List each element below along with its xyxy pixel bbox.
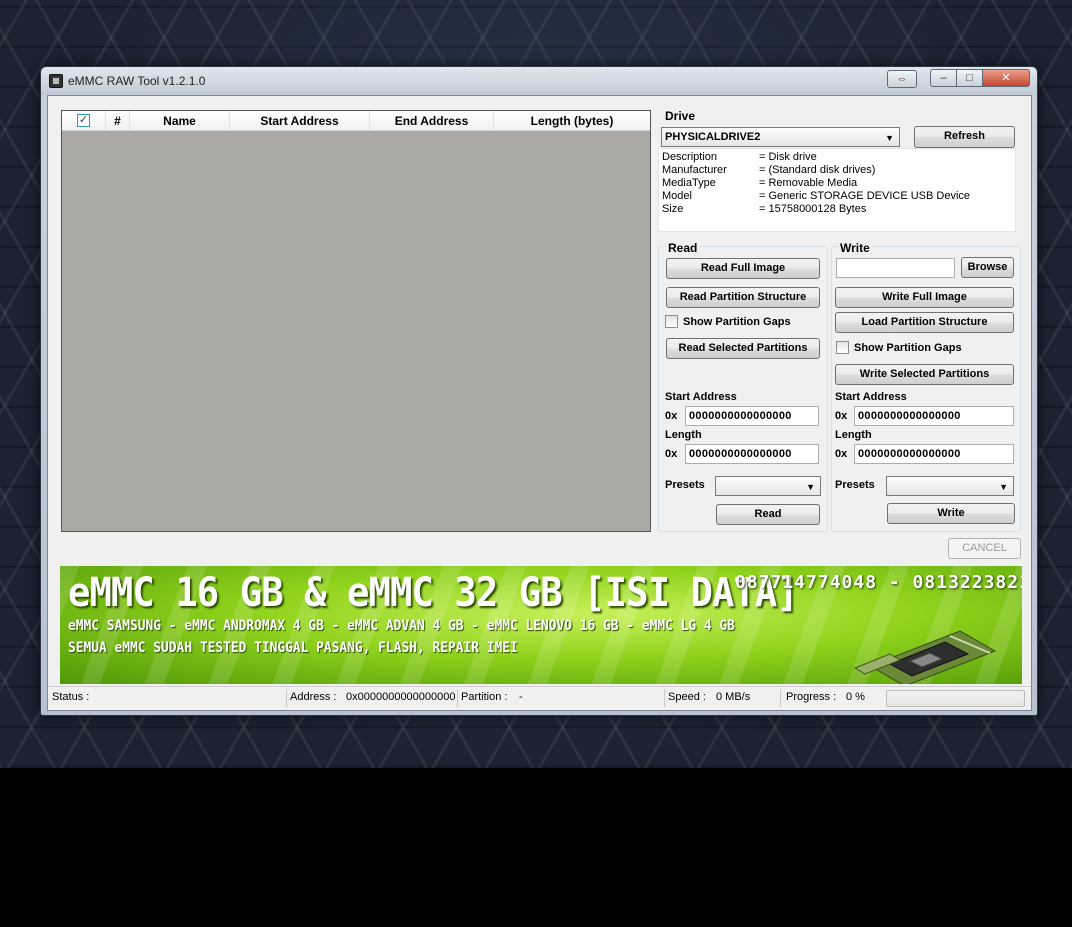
write-start-address-label: Start Address: [835, 391, 907, 403]
list-header: ✓ # Name Start Address End Address Lengt…: [62, 111, 650, 131]
column-name[interactable]: Name: [130, 111, 230, 131]
banner-line-2: SEMUA eMMC SUDAH TESTED TINGGAL PASANG, …: [68, 640, 518, 656]
write-label: Write: [838, 241, 872, 255]
read-start-address-label: Start Address: [665, 391, 737, 403]
close-button[interactable]: ✕: [982, 69, 1030, 87]
progress-bar: [886, 690, 1025, 707]
info-key: Model: [662, 190, 692, 202]
status-divider: [457, 689, 458, 707]
status-label: Status :: [52, 691, 90, 703]
app-icon: [49, 74, 63, 88]
partition-list[interactable]: ✓ # Name Start Address End Address Lengt…: [61, 110, 651, 532]
drive-select[interactable]: PHYSICALDRIVE2 ▼: [661, 127, 900, 147]
info-value: = Removable Media: [759, 177, 858, 189]
read-presets-select[interactable]: ▼: [715, 476, 821, 496]
drive-label: Drive: [665, 109, 696, 123]
write-file-path-input[interactable]: [836, 258, 955, 278]
info-value: = Disk drive: [759, 151, 817, 163]
write-presets-select[interactable]: ▼: [886, 476, 1014, 496]
app-window: eMMC RAW Tool v1.2.1.0 ⇔ – □ ✕ ✓ # Name …: [40, 66, 1038, 716]
status-bar: Status : Address : 0x0000000000000000 Pa…: [48, 686, 1031, 710]
write-length-input[interactable]: 0000000000000000: [854, 444, 1014, 464]
banner-line-1: eMMC SAMSUNG - eMMC ANDROMAX 4 GB - eMMC…: [68, 618, 735, 634]
checkbox-label: Show Partition Gaps: [854, 342, 962, 354]
cancel-button[interactable]: CANCEL: [948, 538, 1021, 559]
column-length[interactable]: Length (bytes): [494, 111, 650, 131]
address-label: Address :: [290, 691, 337, 703]
info-value: = Generic STORAGE DEVICE USB Device: [759, 190, 971, 202]
chevron-down-icon: ▼: [999, 482, 1008, 492]
write-start-prefix: 0x: [835, 410, 848, 422]
read-button[interactable]: Read: [716, 504, 820, 525]
maximize-button[interactable]: □: [956, 69, 983, 87]
chevron-down-icon: ▼: [885, 133, 894, 143]
column-start-address[interactable]: Start Address: [230, 111, 370, 131]
info-key: Description: [662, 151, 718, 163]
window-title: eMMC RAW Tool v1.2.1.0: [68, 74, 206, 88]
column-end-address[interactable]: End Address: [370, 111, 494, 131]
read-start-address-input[interactable]: 0000000000000000: [685, 406, 819, 426]
partition-label: Partition :: [461, 691, 508, 703]
client-area: ✓ # Name Start Address End Address Lengt…: [47, 95, 1032, 711]
title-bar[interactable]: eMMC RAW Tool v1.2.1.0 ⇔ – □ ✕: [41, 67, 1037, 95]
minimize-button[interactable]: –: [930, 69, 957, 87]
read-length-label: Length: [665, 429, 702, 441]
progress-value: 0 %: [846, 691, 865, 703]
select-all-column[interactable]: ✓: [62, 111, 106, 131]
write-length-label: Length: [835, 429, 872, 441]
column-index[interactable]: #: [106, 111, 130, 131]
write-full-image-button[interactable]: Write Full Image: [835, 287, 1014, 308]
emmc-board-image: [853, 630, 997, 684]
speed-value: 0 MB/s: [716, 691, 751, 703]
status-divider: [780, 689, 781, 707]
read-start-prefix: 0x: [665, 410, 678, 422]
info-key: Size: [662, 203, 684, 215]
read-presets-label: Presets: [665, 479, 705, 491]
info-key: MediaType: [662, 177, 716, 189]
write-length-prefix: 0x: [835, 448, 848, 460]
status-divider: [286, 689, 287, 707]
read-show-gaps-checkbox[interactable]: Show Partition Gaps: [665, 314, 791, 328]
read-selected-partitions-button[interactable]: Read Selected Partitions: [666, 338, 820, 359]
read-length-prefix: 0x: [665, 448, 678, 460]
drive-info: Description = Disk drive Manufacturer = …: [658, 148, 1016, 232]
read-label: Read: [666, 241, 700, 255]
checkbox-box[interactable]: [665, 314, 678, 328]
partition-value: -: [519, 691, 523, 703]
black-margin: [0, 768, 1072, 927]
write-selected-partitions-button[interactable]: Write Selected Partitions: [835, 364, 1014, 385]
address-value: 0x0000000000000000: [346, 691, 456, 703]
checkbox-label: Show Partition Gaps: [683, 316, 791, 328]
status-divider: [664, 689, 665, 707]
speed-label: Speed :: [668, 691, 706, 703]
banner-title: eMMC 16 GB & eMMC 32 GB [ISI DATA]: [68, 570, 799, 616]
browse-button[interactable]: Browse: [961, 257, 1014, 278]
progress-label: Progress :: [786, 691, 837, 703]
info-value: = 15758000128 Bytes: [759, 203, 867, 215]
write-start-address-input[interactable]: 0000000000000000: [854, 406, 1014, 426]
read-partition-structure-button[interactable]: Read Partition Structure: [666, 287, 820, 308]
info-key: Manufacturer: [662, 164, 727, 176]
refresh-button[interactable]: Refresh: [914, 126, 1015, 148]
load-partition-structure-button[interactable]: Load Partition Structure: [835, 312, 1014, 333]
chevron-down-icon: ▼: [806, 482, 815, 492]
select-all-checkbox[interactable]: ✓: [77, 114, 90, 128]
ad-banner[interactable]: eMMC 16 GB & eMMC 32 GB [ISI DATA] 08771…: [60, 566, 1022, 684]
write-button[interactable]: Write: [887, 503, 1015, 524]
read-full-image-button[interactable]: Read Full Image: [666, 258, 820, 279]
write-presets-label: Presets: [835, 479, 875, 491]
info-value: = (Standard disk drives): [759, 164, 876, 176]
banner-phone: 087714774048 - 081322382107: [735, 572, 1022, 593]
drive-select-value: PHYSICALDRIVE2: [665, 131, 761, 143]
read-length-input[interactable]: 0000000000000000: [685, 444, 819, 464]
checkbox-box[interactable]: [836, 340, 849, 354]
resize-icon[interactable]: ⇔: [887, 70, 917, 88]
write-show-gaps-checkbox[interactable]: Show Partition Gaps: [836, 340, 962, 354]
